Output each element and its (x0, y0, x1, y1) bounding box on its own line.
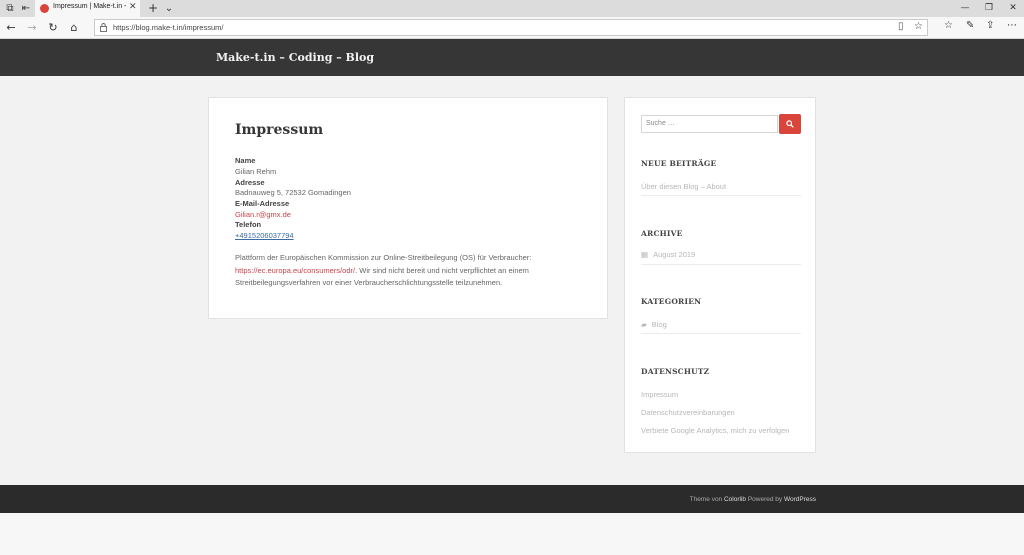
phone-link[interactable]: +4915206037794 (235, 230, 294, 241)
plus-icon[interactable]: + (146, 2, 160, 15)
window-close-button[interactable]: ✕ (1006, 2, 1020, 15)
star-icon[interactable]: ☆ (914, 21, 923, 32)
browser-tab-bar: ⧉ ⇤ Impressum | Make-t.in - ✕ + ⌄ — ❐ ✕ (0, 0, 1024, 17)
wordpress-link[interactable]: WordPress (784, 496, 816, 503)
main-content-card: Impressum Name Gilian Rehm Adresse Badna… (208, 97, 608, 319)
recent-post-link[interactable]: Über diesen Blog – About (641, 182, 726, 191)
address-value: Badnauweg 5, 72532 Gomadingen (235, 188, 351, 197)
set-aside-tabs-icon[interactable]: ⇤ (19, 2, 33, 15)
name-value: Gilian Rehm (235, 167, 277, 176)
odr-paragraph-line1: Plattform der Europäischen Kommission zu… (235, 253, 532, 262)
share-icon[interactable]: ⇪ (986, 20, 994, 31)
odr-paragraph-text: . Wir sind nicht bereit und nicht verpfl… (355, 266, 529, 275)
category-link[interactable]: Blog (652, 320, 667, 329)
site-favicon-icon (40, 4, 49, 13)
calendar-icon: ▦ (641, 250, 649, 259)
recent-posts-title: NEUE BEITRÄGE (641, 159, 717, 168)
archive-item[interactable]: ▦ August 2019 (641, 250, 695, 259)
more-icon[interactable]: ⋯ (1007, 20, 1017, 31)
privacy-agreements-link[interactable]: Datenschutzvereinbarungen (641, 408, 735, 417)
close-icon[interactable]: ✕ (129, 2, 137, 12)
reading-view-icon[interactable]: ▯ (898, 21, 904, 32)
archive-title: ARCHIVE (641, 229, 683, 238)
footer-credits: Theme von Colorlib Powered by WordPress (690, 496, 816, 503)
page-bottom-area (0, 513, 1024, 555)
pen-icon[interactable]: ✎ (966, 20, 974, 31)
phone-label: Telefon (235, 220, 262, 229)
odr-link[interactable]: https://ec.europa.eu/consumers/odr/ (235, 266, 355, 275)
folder-icon: ▰ (641, 320, 647, 329)
page-title: Impressum (235, 122, 324, 138)
search-button[interactable] (779, 114, 801, 134)
favorites-icon[interactable]: ☆ (944, 20, 953, 31)
home-icon[interactable]: ⌂ (67, 21, 81, 35)
odr-paragraph-line3: Streitbeilegungsverfahren vor einer Verb… (235, 278, 503, 287)
lock-icon (100, 23, 107, 32)
address-bar[interactable]: https://blog.make-t.in/impressum/ ▯ ☆ (94, 19, 928, 36)
name-label: Name (235, 156, 256, 165)
site-footer: Theme von Colorlib Powered by WordPress (0, 485, 1024, 513)
site-title-link[interactable]: Make-t.in – Coding – Blog (216, 51, 374, 64)
widget-divider (641, 195, 801, 196)
email-label: E-Mail-Adresse (235, 199, 290, 208)
widget-divider (641, 333, 801, 334)
chevron-down-icon[interactable]: ⌄ (162, 2, 176, 15)
odr-paragraph-line2: https://ec.europa.eu/consumers/odr/. Wir… (235, 265, 529, 277)
impressum-link[interactable]: Impressum (641, 390, 678, 399)
site-header: Make-t.in – Coding – Blog (0, 39, 1024, 76)
tab-title: Impressum | Make-t.in - (53, 3, 127, 10)
archive-link[interactable]: August 2019 (653, 250, 695, 259)
search-placeholder: Suche … (646, 120, 675, 127)
url-text: https://blog.make-t.in/impressum/ (113, 23, 224, 32)
widget-divider (641, 264, 801, 265)
footer-prefix: Theme von (689, 496, 724, 503)
categories-title: KATEGORIEN (641, 297, 702, 306)
tab-actions-icon[interactable]: ⧉ (3, 2, 17, 15)
browser-tab[interactable]: Impressum | Make-t.in - ✕ (35, 0, 140, 17)
maximize-button[interactable]: ❐ (982, 2, 996, 15)
sidebar: Suche … NEUE BEITRÄGE Über diesen Blog –… (624, 97, 816, 453)
ga-optout-link[interactable]: Verbiete Google Analytics, mich zu verfo… (641, 426, 789, 435)
browser-toolbar: ← → ↻ ⌂ https://blog.make-t.in/impressum… (0, 17, 1024, 39)
arrow-right-icon[interactable]: → (25, 21, 39, 35)
search-icon (786, 120, 794, 128)
privacy-title: DATENSCHUTZ (641, 367, 710, 376)
category-item[interactable]: ▰ Blog (641, 320, 667, 329)
footer-middle: Powered by (746, 496, 784, 503)
colorlib-link[interactable]: Colorlib (724, 496, 746, 503)
minimize-button[interactable]: — (958, 2, 972, 15)
search-input[interactable]: Suche … (641, 115, 778, 133)
refresh-icon[interactable]: ↻ (46, 21, 60, 35)
arrow-left-icon[interactable]: ← (4, 21, 18, 35)
